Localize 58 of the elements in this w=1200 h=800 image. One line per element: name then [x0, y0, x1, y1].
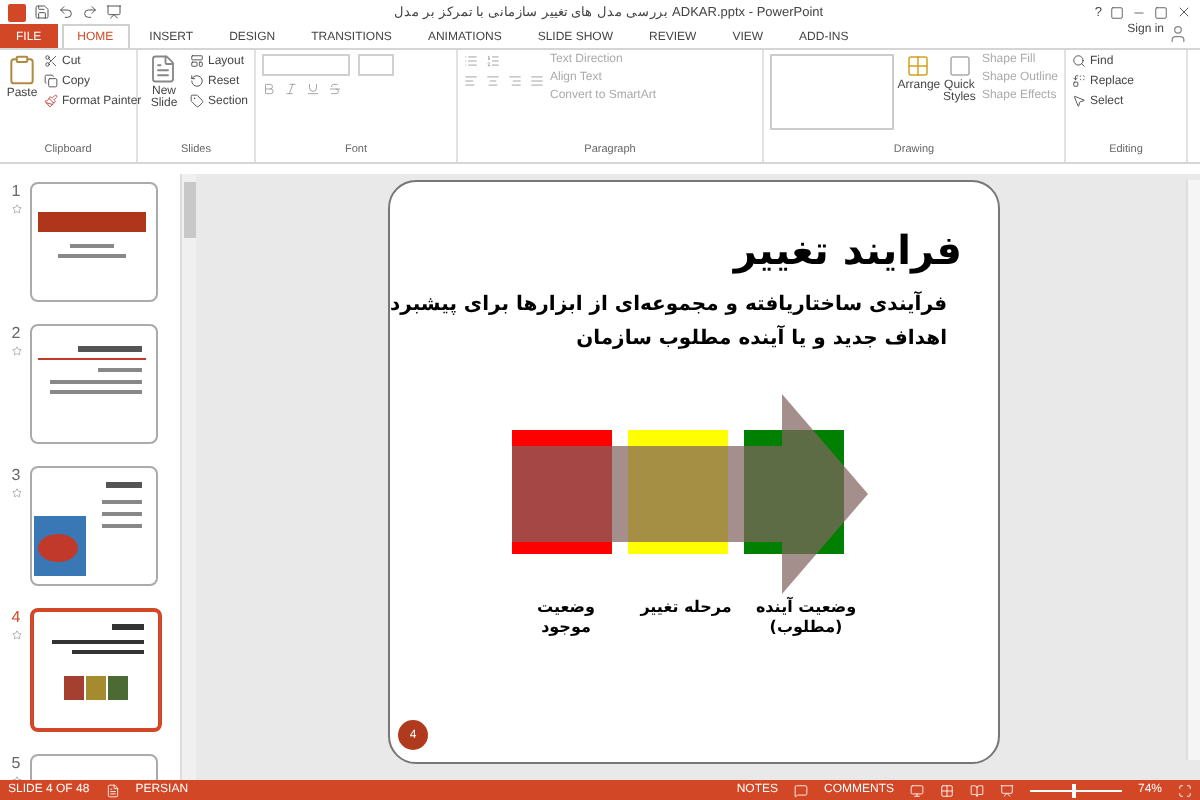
scissors-icon[interactable] — [44, 54, 58, 68]
normal-view-icon[interactable] — [909, 783, 924, 797]
slide-number: 4 — [11, 608, 21, 626]
shapes-gallery[interactable] — [770, 54, 895, 130]
ribbon-display-icon[interactable] — [1110, 5, 1124, 19]
pointer-icon[interactable] — [1072, 94, 1086, 108]
comment-icon[interactable] — [793, 783, 808, 797]
slide-thumbnail[interactable] — [30, 466, 158, 586]
scrollbar[interactable] — [1186, 180, 1200, 760]
strikethrough-icon[interactable] — [328, 82, 342, 96]
slide-title: فرایند تغییر — [733, 226, 962, 274]
search-icon[interactable] — [1072, 54, 1086, 68]
reading-view-icon[interactable] — [969, 783, 984, 797]
slide-number: 1 — [11, 182, 21, 200]
align-center-icon[interactable] — [486, 74, 500, 88]
fit-to-window-icon[interactable] — [1178, 783, 1192, 797]
scrollbar[interactable] — [180, 174, 196, 780]
numbering-icon[interactable] — [486, 54, 500, 68]
stage-label: وضعیت موجود — [535, 598, 597, 640]
reset-icon[interactable] — [189, 74, 204, 88]
slide-number: 2 — [11, 324, 21, 342]
redo-icon[interactable] — [82, 4, 98, 20]
italic-icon[interactable] — [284, 82, 298, 96]
close-icon[interactable] — [1176, 4, 1192, 20]
copy-icon[interactable] — [44, 74, 58, 88]
maximize-icon[interactable] — [1154, 5, 1168, 19]
quick-styles-icon[interactable] — [947, 54, 972, 78]
justify-icon[interactable] — [530, 74, 544, 88]
align-left-icon[interactable] — [464, 74, 478, 88]
paintbrush-icon[interactable] — [44, 94, 58, 108]
font-name-field[interactable] — [262, 54, 350, 76]
slideshow-icon[interactable] — [106, 4, 122, 20]
stage-label: وضعیت آینده (مطلوب) — [753, 598, 859, 640]
align-right-icon[interactable] — [508, 74, 522, 88]
app-logo-icon — [8, 3, 26, 21]
slide-number: 5 — [11, 754, 21, 772]
slide-thumbnail[interactable] — [30, 608, 162, 732]
layout-icon[interactable] — [189, 54, 204, 68]
user-avatar-icon[interactable] — [1168, 24, 1188, 44]
slide-text: اهداف جدید و یا آینده مطلوب سازمان — [576, 328, 947, 350]
slide-thumbnail[interactable] — [30, 324, 158, 444]
slide-thumbnail[interactable] — [30, 182, 158, 302]
underline-icon[interactable] — [306, 82, 320, 96]
slide-icon[interactable] — [148, 54, 179, 84]
bold-icon[interactable] — [262, 82, 276, 96]
bullets-icon[interactable] — [464, 54, 478, 68]
slide-text: فرآیندی ساختاریافته و مجموعه‌ای از ابزارها برای پیشبرد — [390, 294, 947, 316]
font-size-field[interactable] — [358, 54, 394, 76]
undo-icon[interactable] — [58, 4, 74, 20]
stage-label: مرحله تغییر — [637, 598, 734, 620]
slide-sorter-icon[interactable] — [939, 783, 954, 797]
proofing-icon[interactable] — [105, 783, 120, 797]
slideshow-icon[interactable] — [999, 783, 1014, 797]
save-icon[interactable] — [34, 4, 50, 20]
clipboard-icon[interactable] — [6, 54, 38, 86]
tag-icon[interactable] — [189, 94, 204, 108]
arrange-icon[interactable] — [906, 54, 931, 78]
slide-number: 3 — [11, 466, 21, 484]
